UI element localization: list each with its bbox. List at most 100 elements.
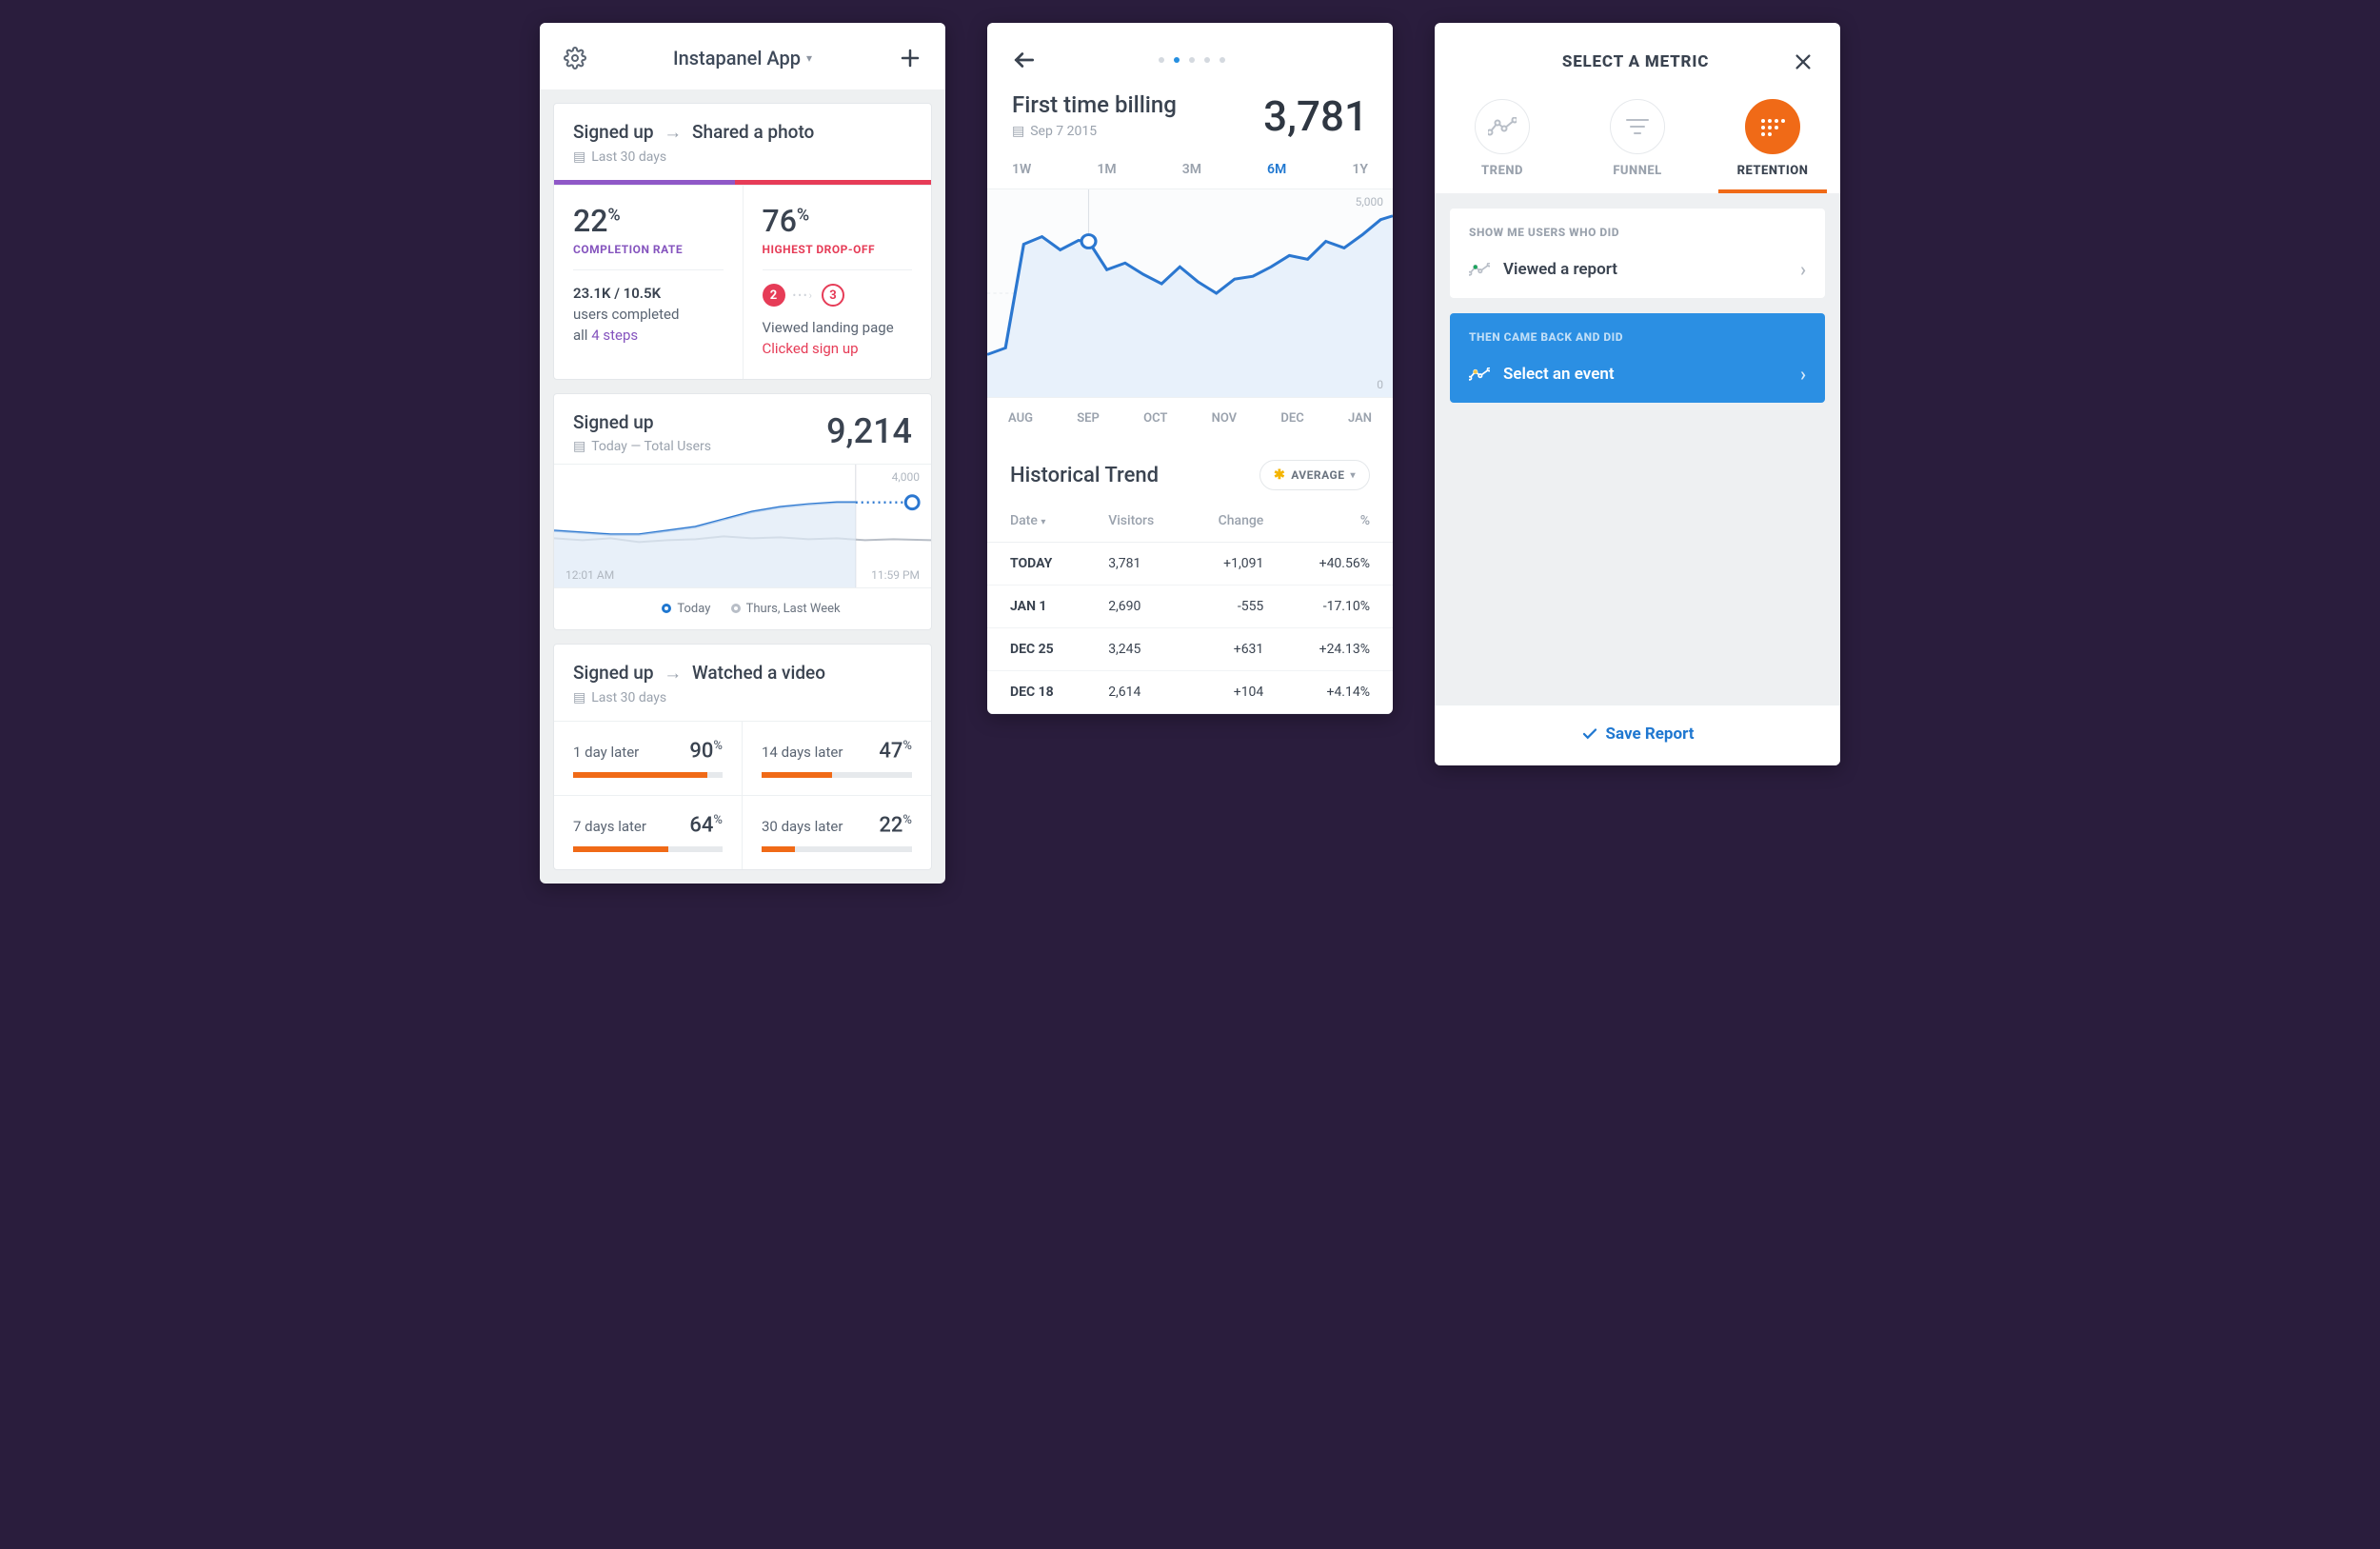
calendar-icon: ▤ — [573, 439, 585, 454]
cell-change: -555 — [1186, 586, 1286, 628]
metric-type-tabs: TRENDFUNNELRETENTION — [1435, 93, 1840, 193]
add-button[interactable] — [896, 44, 924, 72]
trend-line-icon — [1469, 263, 1490, 276]
metric-tab-trend[interactable]: TREND — [1435, 99, 1570, 193]
chevron-right-icon: › — [1800, 363, 1806, 386]
table-header: Visitors — [1085, 500, 1186, 543]
back-button[interactable] — [1010, 46, 1039, 74]
cell-pct: -17.10% — [1286, 586, 1393, 628]
choice-label: SHOW ME USERS WHO DID — [1450, 209, 1825, 243]
trend-icon — [1475, 99, 1530, 154]
dashboard-panel: Instapanel App ▾ Signed up → Shared a ph… — [540, 23, 945, 884]
retention-value: 64% — [689, 813, 723, 837]
completion-detail: 23.1K / 10.5K users completed all 4 step… — [573, 284, 724, 346]
app-selector[interactable]: Instapanel App ▾ — [673, 47, 812, 70]
retention-bar — [573, 846, 723, 852]
choice-label: THEN CAME BACK AND DID — [1450, 313, 1825, 348]
metric-tab-retention[interactable]: RETENTION — [1705, 99, 1840, 193]
retention-icon — [1745, 99, 1800, 154]
first-event-card: SHOW ME USERS WHO DID Viewed a report › — [1450, 209, 1825, 298]
settings-icon[interactable] — [561, 44, 589, 72]
retention-label: 14 days later — [762, 744, 843, 761]
range-tab-6m[interactable]: 6M — [1267, 162, 1286, 177]
retention-card[interactable]: Signed up → Watched a video ▤ Last 30 da… — [553, 644, 932, 871]
table-row[interactable]: DEC 182,614+104+4.14% — [987, 671, 1393, 714]
footer: Save Report — [1435, 705, 1840, 765]
card-header: Signed up → Shared a photo ▤ Last 30 day… — [554, 104, 931, 180]
legend-dot-lastweek — [731, 604, 741, 613]
x-axis-ticks: AUGSEPOCTNOVDECJAN — [987, 398, 1393, 443]
table-body: TODAY3,781+1,091+40.56%JAN 12,690-555-17… — [987, 543, 1393, 714]
x-tick: JAN — [1348, 411, 1372, 426]
y-axis-max: 4,000 — [892, 470, 920, 484]
arrow-right-icon: → — [664, 662, 682, 684]
range-tab-1w[interactable]: 1W — [1012, 162, 1031, 177]
x-axis-start: 12:01 AM — [565, 568, 614, 582]
page-indicator — [1159, 57, 1225, 63]
table-header-row: Date ▾VisitorsChange% — [987, 500, 1393, 543]
completion-pct: 22% — [573, 203, 724, 239]
caret-down-icon: ▾ — [806, 51, 812, 65]
caret-down-icon: ▾ — [1350, 470, 1356, 481]
y-axis-max: 5,000 — [1356, 195, 1383, 209]
range-tab-1m[interactable]: 1M — [1097, 162, 1116, 177]
funnel-card[interactable]: Signed up → Shared a photo ▤ Last 30 day… — [553, 103, 932, 380]
cell-date: DEC 25 — [987, 628, 1085, 671]
placeholder-event: Select an event — [1503, 365, 1615, 384]
cell-pct: +40.56% — [1286, 543, 1393, 586]
save-report-button[interactable]: Save Report — [1581, 725, 1695, 744]
header-bar: Instapanel App ▾ — [540, 23, 945, 89]
retention-cell: 14 days later47% — [743, 722, 931, 795]
metric-date: ▤ Sep 7 2015 — [1012, 124, 1177, 139]
trend-card[interactable]: Signed up ▤ Today — Total Users 9,214 4,… — [553, 393, 932, 630]
step-from-badge: 2 — [763, 284, 785, 307]
range-tab-1y[interactable]: 1Y — [1352, 162, 1368, 177]
cell-change: +631 — [1186, 628, 1286, 671]
table-header: Change — [1186, 500, 1286, 543]
cell-change: +104 — [1186, 671, 1286, 714]
step-to-badge: 3 — [822, 284, 844, 307]
tab-label: TREND — [1435, 164, 1570, 178]
card-title: Signed up — [573, 411, 711, 433]
header-bar — [987, 23, 1393, 84]
retention-bar — [573, 772, 723, 778]
range-tab-3m[interactable]: 3M — [1182, 162, 1201, 177]
retention-grid: 1 day later90%14 days later47%7 days lat… — [554, 721, 931, 870]
x-tick: OCT — [1143, 411, 1167, 426]
return-event-selector[interactable]: Select an event › — [1450, 348, 1825, 403]
table-header[interactable]: Date ▾ — [987, 500, 1085, 543]
x-tick: SEP — [1077, 411, 1100, 426]
calendar-icon: ▤ — [1012, 124, 1024, 139]
retention-label: 30 days later — [762, 818, 843, 835]
select-metric-panel: SELECT A METRIC TRENDFUNNELRETENTION SHO… — [1435, 23, 1840, 765]
metric-tab-funnel[interactable]: FUNNEL — [1570, 99, 1705, 193]
check-icon — [1581, 725, 1598, 743]
card-title: Signed up → Shared a photo — [573, 121, 912, 144]
tab-label: FUNNEL — [1570, 164, 1705, 178]
cell-change: +1,091 — [1186, 543, 1286, 586]
historical-trend-header: Historical Trend ✱ AVERAGE ▾ — [987, 443, 1393, 500]
title-row: First time billing ▤ Sep 7 2015 3,781 — [987, 84, 1393, 145]
header-bar: SELECT A METRIC — [1435, 23, 1840, 93]
card-header: Signed up ▤ Today — Total Users 9,214 — [554, 394, 931, 464]
arrow-right-icon: → — [664, 121, 682, 143]
table-row[interactable]: DEC 253,245+631+24.13% — [987, 628, 1393, 671]
calendar-icon: ▤ — [573, 690, 585, 705]
card-header: Signed up → Watched a video ▤ Last 30 da… — [554, 645, 931, 721]
cell-pct: +24.13% — [1286, 628, 1393, 671]
dropoff-pct: 76% — [763, 203, 913, 239]
line-chart: 5,000 0 — [987, 189, 1393, 398]
aggregate-selector[interactable]: ✱ AVERAGE ▾ — [1259, 460, 1370, 490]
dropoff-stat: 76% HIGHEST DROP-OFF 2 •••› 3 Viewed lan… — [743, 185, 932, 379]
return-event-card: THEN CAME BACK AND DID Select an event › — [1450, 313, 1825, 403]
calendar-icon: ▤ — [573, 149, 585, 165]
trend-line-icon — [1469, 367, 1490, 381]
close-button[interactable] — [1789, 48, 1817, 76]
first-event-selector[interactable]: Viewed a report › — [1450, 243, 1825, 298]
table-row[interactable]: TODAY3,781+1,091+40.56% — [987, 543, 1393, 586]
table-row[interactable]: JAN 12,690-555-17.10% — [987, 586, 1393, 628]
metric-body: SHOW ME USERS WHO DID Viewed a report › … — [1435, 193, 1840, 705]
retention-label: 7 days later — [573, 818, 646, 835]
card-subtitle: ▤ Today — Total Users — [573, 439, 711, 454]
dropoff-label: HIGHEST DROP-OFF — [763, 243, 913, 256]
